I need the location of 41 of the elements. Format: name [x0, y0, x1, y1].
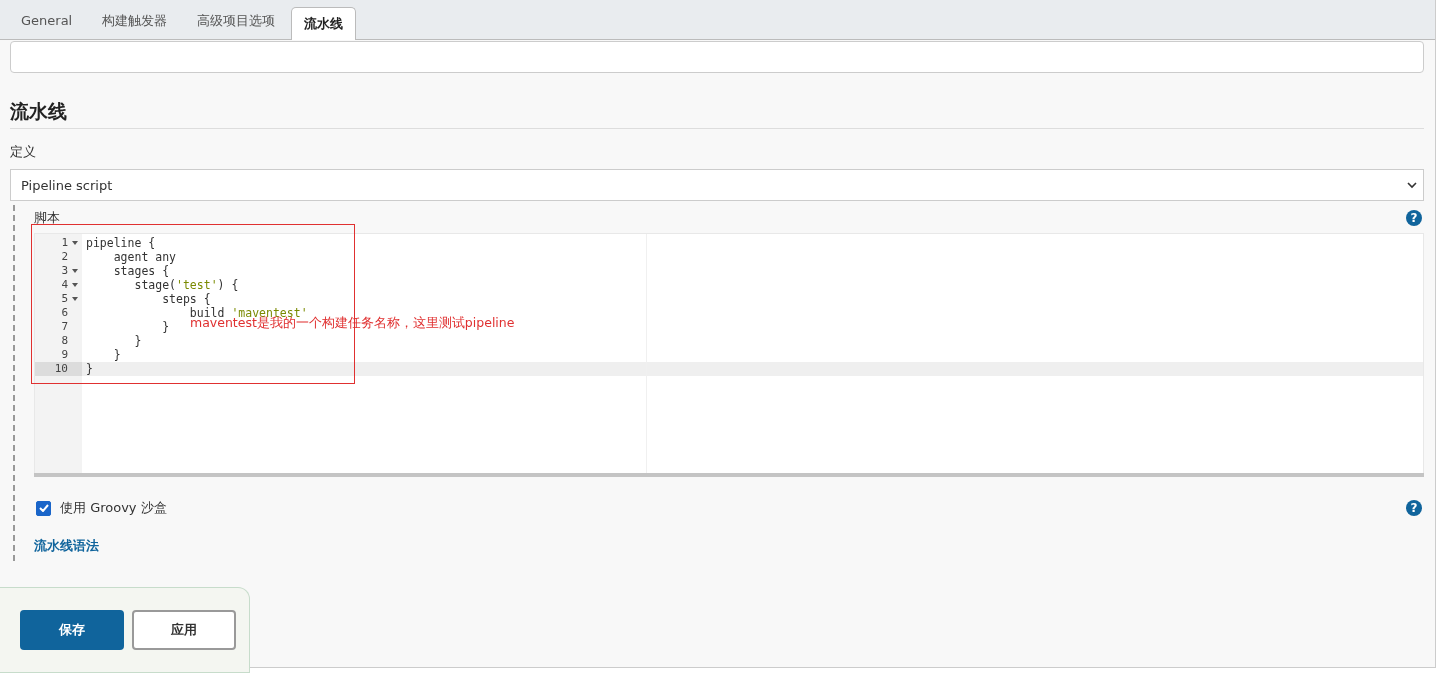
- line-number: 6: [61, 306, 68, 320]
- save-button[interactable]: 保存: [20, 610, 124, 650]
- code-line: steps {: [161, 292, 211, 306]
- code-line: }: [133, 334, 142, 348]
- line-number: 3: [61, 264, 68, 278]
- fold-icon[interactable]: [70, 297, 79, 301]
- syntax-link[interactable]: 流水线语法: [34, 537, 99, 555]
- checkbox-label[interactable]: 使用 Groovy 沙盒: [60, 499, 167, 517]
- definition-select[interactable]: Pipeline script: [10, 169, 1424, 201]
- line-number: 1: [61, 236, 68, 250]
- line-number: 7: [61, 320, 68, 334]
- line-number: 9: [61, 348, 68, 362]
- tab[interactable]: 高级项目选项: [183, 3, 290, 39]
- code-line: stages {: [112, 264, 170, 278]
- section-title: 流水线: [10, 99, 1424, 129]
- caret-icon: [1407, 181, 1417, 189]
- input-field[interactable]: [10, 41, 1424, 73]
- tab[interactable]: 流水线: [291, 7, 357, 40]
- field-label: 脚本: [34, 209, 60, 227]
- line-number: 4: [61, 278, 68, 292]
- code-line: agent any: [112, 250, 176, 264]
- field-label: 定义: [10, 143, 37, 161]
- fold-icon[interactable]: [70, 241, 79, 245]
- line-number: 8: [61, 334, 68, 348]
- line-number: 2: [61, 250, 68, 264]
- code-line: }: [112, 348, 121, 362]
- code-line: }: [86, 362, 93, 376]
- tab[interactable]: 构建触发器: [88, 3, 182, 39]
- fold-icon[interactable]: [70, 283, 79, 287]
- tab[interactable]: General: [7, 3, 87, 39]
- code-line: pipeline {: [86, 236, 156, 250]
- line-number: 10: [54, 362, 68, 376]
- checkbox[interactable]: [36, 500, 51, 516]
- code-line: stage('test') {: [133, 278, 239, 292]
- line-number: 5: [61, 292, 68, 306]
- fold-icon[interactable]: [70, 269, 79, 273]
- help-icon[interactable]: ?: [1406, 210, 1422, 226]
- help-icon[interactable]: ?: [1406, 500, 1422, 516]
- apply-button[interactable]: 应用: [132, 610, 236, 650]
- resize-handle[interactable]: [34, 473, 1424, 477]
- code-line: }: [161, 320, 170, 334]
